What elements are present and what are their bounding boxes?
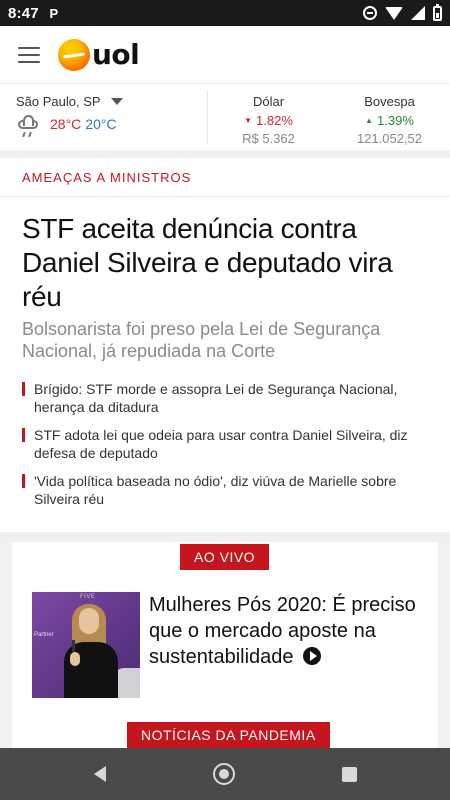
kicker-divider [0, 196, 450, 197]
related-links: Brígido: STF morde e assopra Lei de Segu… [22, 380, 432, 518]
related-link-text: STF adota lei que odeia para usar contra… [34, 427, 408, 461]
weather-widget[interactable]: São Paulo, SP 28°C 20°C [0, 90, 208, 144]
up-arrow-icon: ▲ [365, 116, 374, 125]
temperature-row: 28°C 20°C [16, 115, 207, 138]
section-divider [0, 150, 450, 158]
do-not-disturb-icon [363, 6, 377, 20]
live-thumbnail[interactable]: FIVE Partner [32, 592, 140, 698]
temp-min: 20°C [85, 116, 117, 132]
related-link[interactable]: Brígido: STF morde e assopra Lei de Segu… [22, 380, 432, 416]
city-selector[interactable]: São Paulo, SP [16, 94, 207, 109]
caret-down-icon[interactable] [110, 98, 123, 105]
signal-icon [411, 6, 425, 20]
market-value: R$ 5.362 [242, 131, 295, 146]
live-card: AO VIVO FIVE Partner Mulheres Pós 2020: … [12, 542, 438, 748]
info-ticker: São Paulo, SP 28°C 20°C Dólar ▼ 1.82% R$ … [0, 84, 450, 150]
related-marker [22, 382, 25, 396]
city-name: São Paulo, SP [16, 94, 101, 109]
status-time: 8:47 [8, 4, 39, 22]
recents-icon[interactable] [341, 766, 357, 782]
market-bovespa[interactable]: Bovespa ▲ 1.39% 121.052,52 [329, 84, 450, 150]
play-icon[interactable] [303, 647, 322, 665]
headline-kicker[interactable]: AMEAÇAS A MINISTROS [22, 170, 191, 185]
live-title[interactable]: Mulheres Pós 2020: É preciso que o merca… [149, 592, 429, 670]
market-dolar[interactable]: Dólar ▼ 1.82% R$ 5.362 [208, 84, 329, 150]
app-header: uol [0, 26, 450, 84]
wifi-icon [385, 6, 403, 20]
down-arrow-icon: ▼ [244, 116, 253, 125]
market-value: 121.052,52 [356, 131, 423, 146]
system-nav-bar [0, 748, 450, 800]
home-icon[interactable] [212, 763, 235, 785]
pandemic-badge[interactable]: NOTÍCIAS DA PANDEMIA [127, 722, 330, 748]
market-change: ▲ 1.39% [365, 113, 414, 128]
notification-p-icon: P [49, 5, 59, 21]
related-link-text: 'Vida política baseada no ódio', diz viú… [34, 473, 397, 507]
related-marker [22, 428, 25, 442]
related-link[interactable]: STF adota lei que odeia para usar contra… [22, 426, 432, 462]
uol-logo-text: uol [92, 38, 140, 71]
uol-logo-mark [58, 38, 90, 71]
related-marker [22, 474, 25, 488]
related-link[interactable]: 'Vida política baseada no ódio', diz viú… [22, 472, 432, 508]
live-section: AO VIVO FIVE Partner Mulheres Pós 2020: … [0, 542, 450, 748]
headline-title[interactable]: STF aceita denúncia contra Daniel Silvei… [22, 212, 432, 314]
status-bar: 8:47 P [0, 0, 450, 26]
status-icons [363, 3, 442, 21]
section-divider [0, 532, 450, 542]
live-badge[interactable]: AO VIVO [180, 544, 270, 570]
headline-subtitle[interactable]: Bolsonarista foi preso pela Lei de Segur… [22, 318, 432, 362]
market-change: ▼ 1.82% [244, 113, 293, 128]
temp-max: 28°C [50, 116, 82, 132]
battery-icon [433, 3, 442, 21]
market-name: Dólar [252, 94, 285, 109]
market-name: Bovespa [364, 94, 415, 109]
related-link-text: Brígido: STF morde e assopra Lei de Segu… [34, 381, 398, 415]
uol-logo[interactable]: uol [58, 38, 140, 71]
menu-icon[interactable] [18, 46, 40, 63]
back-icon[interactable] [93, 766, 106, 782]
cloud-rain-icon [16, 115, 42, 138]
